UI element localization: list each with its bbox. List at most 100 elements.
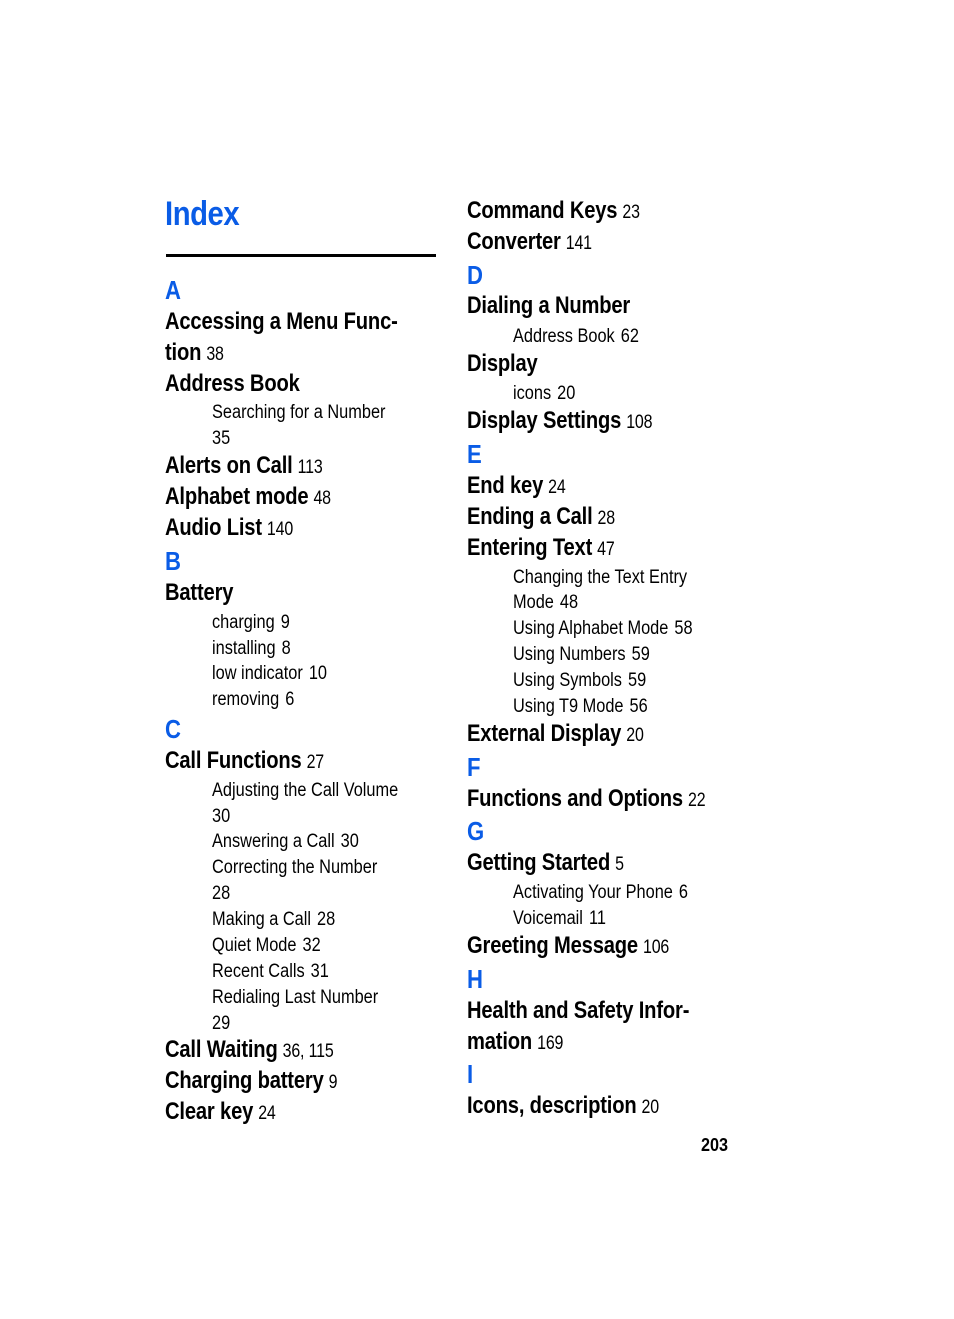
entry-page[interactable]: 24 bbox=[548, 477, 566, 498]
subentry-page[interactable]: 10 bbox=[309, 663, 327, 684]
subentry-term: Using Symbols bbox=[513, 670, 622, 691]
entry-term: Health and Safety Infor- bbox=[467, 997, 690, 1024]
entry-term: End key bbox=[467, 472, 544, 499]
entry-page[interactable]: 141 bbox=[566, 233, 592, 254]
subentry-term: Voicemail bbox=[513, 908, 583, 929]
subentry-term: icons bbox=[513, 383, 552, 404]
entry-page[interactable]: 48 bbox=[313, 488, 331, 509]
entry-page[interactable]: 24 bbox=[258, 1103, 276, 1124]
section-letter-c: C bbox=[165, 714, 181, 744]
index-entry-health-cont: mation 169 bbox=[467, 1028, 563, 1058]
index-subentry: low indicator 10 bbox=[212, 662, 327, 686]
index-subentry: installing 8 bbox=[212, 637, 291, 661]
index-entry-getting-started: Getting Started 5 bbox=[467, 849, 624, 879]
entry-term: Converter bbox=[467, 228, 561, 255]
entry-page[interactable]: 113 bbox=[298, 457, 323, 478]
entry-term: Getting Started bbox=[467, 849, 611, 876]
index-subentry: Using Symbols 59 bbox=[513, 669, 646, 693]
index-subentry-page[interactable]: 30 bbox=[212, 805, 230, 829]
subentry-page[interactable]: 30 bbox=[341, 831, 359, 852]
entry-term: Audio List bbox=[165, 514, 262, 541]
entry-page[interactable]: 9 bbox=[329, 1072, 338, 1093]
entry-page[interactable]: 28 bbox=[598, 508, 616, 529]
section-letter-h: H bbox=[467, 964, 483, 994]
subentry-term: Mode bbox=[513, 592, 554, 613]
entry-term: Address Book bbox=[165, 370, 300, 397]
index-entry-charging-battery: Charging battery 9 bbox=[165, 1067, 338, 1097]
subentry-term: Address Book bbox=[513, 326, 615, 347]
index-subentry: Answering a Call 30 bbox=[212, 830, 359, 854]
subentry-page[interactable]: 9 bbox=[281, 612, 290, 633]
entry-page[interactable]: 38 bbox=[206, 344, 224, 365]
entry-page[interactable]: 20 bbox=[642, 1097, 660, 1118]
subentry-page[interactable]: 31 bbox=[311, 961, 329, 982]
section-letter-b: B bbox=[165, 546, 181, 576]
entry-page[interactable]: 27 bbox=[307, 752, 325, 773]
subentry-term: Recent Calls bbox=[212, 961, 305, 982]
index-subentry-page[interactable]: 29 bbox=[212, 1012, 230, 1036]
index-entry-external-display: External Display 20 bbox=[467, 720, 644, 750]
entry-term: Ending a Call bbox=[467, 503, 593, 530]
entry-term: Dialing a Number bbox=[467, 292, 631, 319]
subentry-term: Using Alphabet Mode bbox=[513, 618, 669, 639]
subentry-term: Using Numbers bbox=[513, 644, 626, 665]
index-entry-call-waiting: Call Waiting 36, 115 bbox=[165, 1036, 334, 1066]
entry-page[interactable]: 140 bbox=[267, 519, 293, 540]
entry-term: Functions and Options bbox=[467, 785, 683, 812]
subentry-page[interactable]: 8 bbox=[282, 638, 291, 659]
subentry-page[interactable]: 20 bbox=[557, 383, 575, 404]
subentry-term: charging bbox=[212, 612, 275, 633]
index-subentry: Searching for a Number bbox=[212, 402, 386, 423]
entry-page[interactable]: 22 bbox=[688, 790, 706, 811]
index-entry-clear-key: Clear key 24 bbox=[165, 1098, 276, 1128]
index-entry-alphabet: Alphabet mode 48 bbox=[165, 483, 331, 513]
entry-term: Command Keys bbox=[467, 197, 618, 224]
index-entry-greeting: Greeting Message 106 bbox=[467, 932, 669, 962]
index-entry-alerts: Alerts on Call 113 bbox=[165, 452, 323, 482]
entry-term: tion bbox=[165, 339, 202, 366]
subentry-page[interactable]: 28 bbox=[317, 909, 335, 930]
index-subentry: Correcting the Number bbox=[212, 857, 378, 878]
entry-page[interactable]: 20 bbox=[626, 725, 644, 746]
index-subentry: Recent Calls 31 bbox=[212, 960, 329, 984]
entry-page[interactable]: 23 bbox=[622, 202, 640, 223]
subentry-page[interactable]: 6 bbox=[679, 882, 688, 903]
subentry-page[interactable]: 6 bbox=[285, 689, 294, 710]
index-entry-health: Health and Safety Infor- bbox=[467, 997, 689, 1025]
entry-page[interactable]: 106 bbox=[643, 937, 669, 958]
subentry-page[interactable]: 58 bbox=[674, 618, 692, 639]
index-subentry-page[interactable]: 28 bbox=[212, 882, 230, 906]
entry-page[interactable]: 5 bbox=[615, 854, 624, 875]
entry-term: Display Settings bbox=[467, 407, 622, 434]
subentry-page[interactable]: 59 bbox=[628, 670, 646, 691]
index-subentry: Activating Your Phone 6 bbox=[513, 881, 688, 905]
section-letter-a: A bbox=[165, 275, 181, 305]
subentry-page[interactable]: 56 bbox=[630, 696, 648, 717]
index-subentry: Address Book 62 bbox=[513, 325, 639, 349]
index-entry-converter: Converter 141 bbox=[467, 228, 592, 258]
subentry-term: Making a Call bbox=[212, 909, 311, 930]
index-entry-functions-options: Functions and Options 22 bbox=[467, 785, 706, 815]
index-subentry: removing 6 bbox=[212, 688, 294, 712]
subentry-page[interactable]: 11 bbox=[589, 908, 606, 929]
index-entry-icons: Icons, description 20 bbox=[467, 1092, 659, 1122]
page-title: Index bbox=[165, 195, 240, 233]
subentry-page[interactable]: 59 bbox=[632, 644, 650, 665]
index-subentry-page[interactable]: 35 bbox=[212, 427, 230, 451]
entry-page[interactable]: 47 bbox=[597, 539, 615, 560]
entry-term: Display bbox=[467, 350, 538, 377]
subentry-page[interactable]: 48 bbox=[560, 592, 578, 613]
section-letter-g: G bbox=[467, 816, 485, 846]
entry-term: Entering Text bbox=[467, 534, 593, 561]
entry-page[interactable]: 36, 115 bbox=[283, 1041, 334, 1062]
entry-page[interactable]: 108 bbox=[626, 412, 652, 433]
entry-page[interactable]: 169 bbox=[537, 1033, 563, 1054]
index-entry-command-keys: Command Keys 23 bbox=[467, 197, 640, 227]
subentry-term: Quiet Mode bbox=[212, 935, 297, 956]
subentry-page[interactable]: 32 bbox=[303, 935, 321, 956]
index-subentry: Mode 48 bbox=[513, 591, 578, 615]
index-entry-accessing: Accessing a Menu Func- bbox=[165, 308, 398, 336]
entry-term: Charging battery bbox=[165, 1067, 324, 1094]
section-letter-e: E bbox=[467, 439, 482, 469]
subentry-page[interactable]: 62 bbox=[621, 326, 639, 347]
